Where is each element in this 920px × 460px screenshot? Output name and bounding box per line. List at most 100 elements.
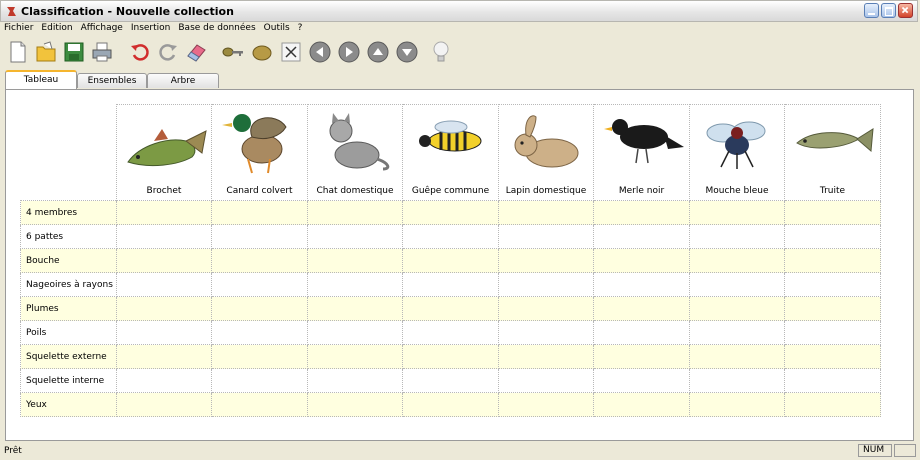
table-cell[interactable]: [593, 248, 690, 273]
menu-insertion[interactable]: Insertion: [127, 22, 175, 33]
table-cell[interactable]: [116, 344, 212, 369]
table-cell[interactable]: [402, 248, 499, 273]
menu-base-de-donnees[interactable]: Base de données: [174, 22, 259, 33]
column-header-lapin-domestique[interactable]: Lapin domestique: [498, 104, 594, 201]
table-cell[interactable]: [593, 296, 690, 321]
row-label[interactable]: Yeux: [20, 392, 117, 417]
table-cell[interactable]: [689, 224, 785, 249]
row-label[interactable]: Squelette externe: [20, 344, 117, 369]
menu-outils[interactable]: Outils: [260, 22, 294, 33]
minimize-button[interactable]: [864, 3, 879, 18]
table-cell[interactable]: [689, 272, 785, 297]
table-cell[interactable]: [498, 248, 594, 273]
table-cell[interactable]: [689, 296, 785, 321]
table-cell[interactable]: [402, 296, 499, 321]
table-cell[interactable]: [689, 344, 785, 369]
delete-button[interactable]: [280, 40, 302, 64]
nav-right-button[interactable]: [338, 40, 360, 64]
table-cell[interactable]: [784, 296, 881, 321]
table-cell[interactable]: [784, 248, 881, 273]
table-cell[interactable]: [498, 392, 594, 417]
table-cell[interactable]: [307, 272, 403, 297]
key-button[interactable]: [222, 40, 244, 64]
column-header-brochet[interactable]: Brochet: [116, 104, 212, 201]
table-cell[interactable]: [402, 200, 499, 225]
menu-edition[interactable]: Edition: [37, 22, 76, 33]
row-label[interactable]: Plumes: [20, 296, 117, 321]
table-cell[interactable]: [307, 296, 403, 321]
table-cell[interactable]: [593, 200, 690, 225]
table-cell[interactable]: [689, 200, 785, 225]
undo-button[interactable]: [129, 40, 151, 64]
table-cell[interactable]: [307, 224, 403, 249]
table-cell[interactable]: [784, 344, 881, 369]
table-cell[interactable]: [211, 296, 308, 321]
table-cell[interactable]: [784, 392, 881, 417]
table-cell[interactable]: [402, 392, 499, 417]
save-button[interactable]: [63, 40, 85, 64]
table-cell[interactable]: [498, 368, 594, 393]
print-button[interactable]: [91, 40, 113, 64]
nav-up-button[interactable]: [367, 40, 389, 64]
menu-affichage[interactable]: Affichage: [77, 22, 127, 33]
table-cell[interactable]: [784, 272, 881, 297]
column-header-truite[interactable]: Truite: [784, 104, 881, 201]
table-cell[interactable]: [116, 272, 212, 297]
table-cell[interactable]: [211, 320, 308, 345]
table-cell[interactable]: [689, 320, 785, 345]
table-cell[interactable]: [211, 344, 308, 369]
row-label[interactable]: 4 membres: [20, 200, 117, 225]
table-cell[interactable]: [593, 368, 690, 393]
table-cell[interactable]: [784, 224, 881, 249]
title-bar[interactable]: Classification - Nouvelle collection: [0, 0, 918, 22]
eraser-button[interactable]: [185, 40, 207, 64]
table-cell[interactable]: [689, 248, 785, 273]
table-cell[interactable]: [307, 200, 403, 225]
hint-button[interactable]: [430, 40, 452, 64]
table-cell[interactable]: [498, 224, 594, 249]
table-cell[interactable]: [116, 224, 212, 249]
table-cell[interactable]: [211, 272, 308, 297]
new-document-button[interactable]: [7, 40, 29, 64]
row-label[interactable]: Squelette interne: [20, 368, 117, 393]
nav-left-button[interactable]: [309, 40, 331, 64]
column-header-canard-colvert[interactable]: Canard colvert: [211, 104, 308, 201]
close-button[interactable]: [898, 3, 913, 18]
table-cell[interactable]: [307, 320, 403, 345]
tab-tableau[interactable]: Tableau: [5, 70, 77, 89]
table-cell[interactable]: [307, 248, 403, 273]
table-cell[interactable]: [307, 368, 403, 393]
table-cell[interactable]: [116, 248, 212, 273]
table-cell[interactable]: [593, 272, 690, 297]
maximize-button[interactable]: [881, 3, 896, 18]
table-cell[interactable]: [402, 224, 499, 249]
column-header-chat-domestique[interactable]: Chat domestique: [307, 104, 403, 201]
table-cell[interactable]: [689, 392, 785, 417]
row-label[interactable]: Bouche: [20, 248, 117, 273]
table-cell[interactable]: [211, 248, 308, 273]
nav-down-button[interactable]: [396, 40, 418, 64]
row-label[interactable]: Nageoires à rayons: [20, 272, 117, 297]
table-cell[interactable]: [784, 368, 881, 393]
table-cell[interactable]: [307, 392, 403, 417]
table-cell[interactable]: [689, 368, 785, 393]
tab-arbre[interactable]: Arbre: [147, 73, 219, 88]
table-cell[interactable]: [593, 344, 690, 369]
menu-help[interactable]: ?: [294, 22, 307, 33]
seed-button[interactable]: [250, 40, 272, 64]
table-cell[interactable]: [116, 320, 212, 345]
table-cell[interactable]: [498, 200, 594, 225]
column-header-merle-noir[interactable]: Merle noir: [593, 104, 690, 201]
row-label[interactable]: Poils: [20, 320, 117, 345]
menu-fichier[interactable]: Fichier: [0, 22, 37, 33]
table-cell[interactable]: [784, 200, 881, 225]
column-header-guepe-commune[interactable]: Guêpe commune: [402, 104, 499, 201]
table-cell[interactable]: [211, 392, 308, 417]
table-cell[interactable]: [211, 368, 308, 393]
table-cell[interactable]: [593, 320, 690, 345]
table-cell[interactable]: [211, 200, 308, 225]
redo-button[interactable]: [157, 40, 179, 64]
column-header-mouche-bleue[interactable]: Mouche bleue: [689, 104, 785, 201]
table-cell[interactable]: [402, 344, 499, 369]
table-cell[interactable]: [116, 296, 212, 321]
